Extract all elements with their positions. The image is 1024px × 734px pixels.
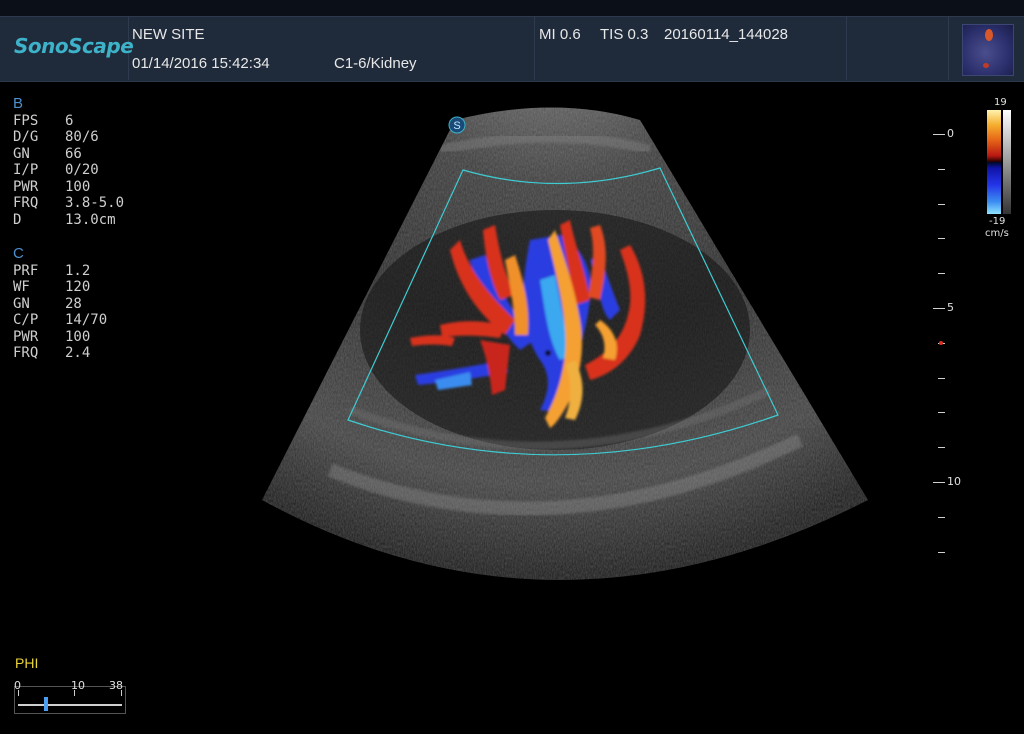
depth-tick [938, 204, 945, 205]
phi-slider-knob[interactable] [44, 697, 48, 711]
color-bar-min: -19 [989, 216, 1006, 227]
depth-tick [938, 238, 945, 239]
phi-slider-track[interactable] [18, 704, 122, 706]
depth-tick [933, 134, 945, 135]
depth-tick [938, 552, 945, 553]
depth-tick [938, 273, 945, 274]
orientation-marker-label: S [453, 120, 460, 132]
depth-tick [938, 447, 945, 448]
ultrasound-image: S [262, 107, 868, 580]
depth-label: 5 [947, 301, 954, 314]
focus-marker-icon[interactable] [939, 341, 943, 345]
depth-tick [933, 308, 945, 309]
color-bar-max: 19 [994, 97, 1007, 108]
phi-scale-max: 38 [109, 679, 123, 692]
color-bar-unit: cm/s [985, 228, 1009, 239]
depth-tick [938, 517, 945, 518]
grayscale-bar [1003, 110, 1011, 214]
depth-tick [933, 482, 945, 483]
phi-scale-mid: 10 [71, 679, 85, 692]
phi-label: PHI [15, 655, 39, 671]
phi-scale-min: 0 [14, 679, 21, 692]
velocity-color-bar [987, 110, 1001, 214]
depth-tick [938, 378, 945, 379]
depth-tick [938, 412, 945, 413]
depth-label: 10 [947, 475, 961, 488]
phi-slider[interactable]: 0 10 38 [14, 679, 126, 714]
depth-tick [938, 169, 945, 170]
depth-label: 0 [947, 127, 954, 140]
